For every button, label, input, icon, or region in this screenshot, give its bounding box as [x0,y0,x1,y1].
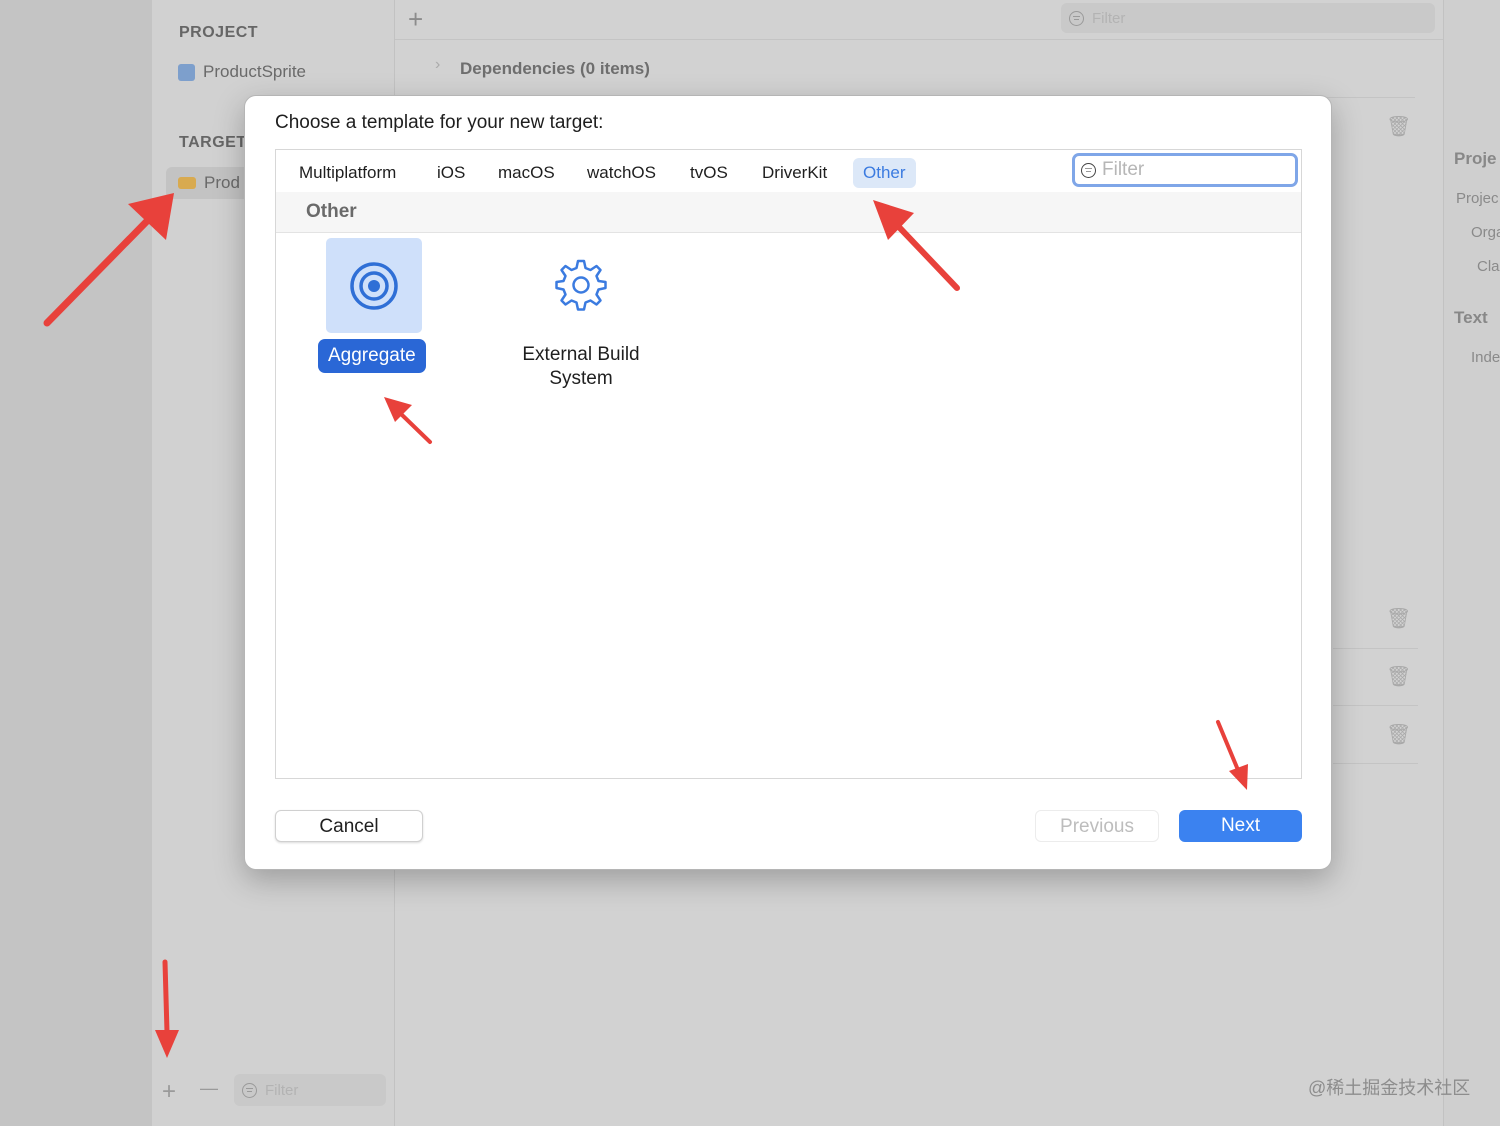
watermark: @稀土掘金技术社区 [1308,1078,1471,1098]
chevron-right-icon[interactable]: › [435,56,440,74]
template-external-build-system[interactable] [551,255,611,315]
add-phase-button[interactable]: + [408,4,423,35]
divider [1333,705,1418,706]
tab-driverkit[interactable]: DriverKit [752,158,837,188]
inspector-panel: Proje Projec Orga Cla Text Inde [1443,0,1500,1126]
editor-filter-field[interactable]: Filter [1061,3,1435,33]
trash-icon[interactable]: 🗑 [1386,606,1411,631]
divider [1333,648,1418,649]
gear-icon [555,259,607,311]
previous-button[interactable]: Previous [1035,810,1159,842]
platform-tab-bar: Multiplatform iOS macOS watchOS tvOS Dri… [276,150,1301,193]
add-target-button[interactable]: + [162,1078,176,1106]
project-item[interactable]: ProductSprite [178,62,306,82]
divider [1333,763,1418,764]
template-filter-field[interactable]: Filter [1072,153,1298,187]
tab-macos[interactable]: macOS [488,158,565,188]
tab-other[interactable]: Other [853,158,916,188]
dependencies-phase-label[interactable]: Dependencies (0 items) [460,59,650,79]
inspector-label: Projec [1456,190,1499,207]
dialog-title: Choose a template for your new target: [275,112,604,133]
target-icon [350,262,398,310]
inspector-heading: Text [1454,308,1488,327]
divider [395,39,1443,40]
navigator-filter-field[interactable]: Filter [234,1074,386,1106]
tab-multiplatform[interactable]: Multiplatform [289,158,406,188]
template-aggregate[interactable] [326,238,422,333]
inspector-label: Orga [1471,224,1500,241]
left-strip [0,0,152,1126]
section-label: Other [306,201,357,222]
cancel-button[interactable]: Cancel [275,810,423,842]
template-external-build-system-label[interactable]: External Build System [501,343,661,391]
trash-icon[interactable]: 🗑 [1386,114,1411,139]
template-filter-placeholder: Filter [1102,159,1145,180]
remove-target-button[interactable]: — [200,1078,218,1099]
inspector-label: Inde [1471,349,1500,366]
template-panel: Multiplatform iOS macOS watchOS tvOS Dri… [275,149,1302,779]
trash-icon[interactable]: 🗑 [1386,722,1411,747]
section-header-bar: Other [276,192,1301,233]
target-app-icon [178,177,196,189]
navigator-filter-placeholder: Filter [265,1081,299,1099]
target-item-label: Prod [204,173,240,192]
targets-section-header: TARGET [179,134,247,151]
filter-icon [1081,162,1096,178]
tab-watchos[interactable]: watchOS [577,158,666,188]
tab-tvos[interactable]: tvOS [680,158,738,188]
next-button[interactable]: Next [1179,810,1302,842]
new-target-dialog: Choose a template for your new target: M… [244,95,1332,870]
tab-ios[interactable]: iOS [427,158,475,188]
project-icon [178,63,195,81]
project-section-header: PROJECT [179,24,259,41]
template-aggregate-label[interactable]: Aggregate [318,339,426,373]
editor-filter-placeholder: Filter [1092,9,1126,27]
trash-icon[interactable]: 🗑 [1386,664,1411,689]
inspector-label: Cla [1477,258,1500,275]
project-item-label: ProductSprite [203,62,306,81]
filter-icon [242,1082,257,1098]
filter-icon [1069,10,1084,26]
inspector-heading: Proje [1454,149,1497,168]
